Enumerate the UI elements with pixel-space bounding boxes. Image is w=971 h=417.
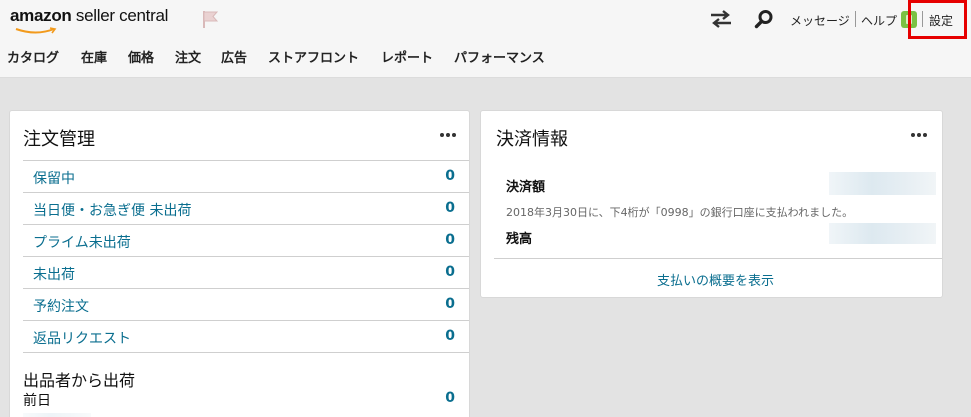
- top-header: amazon seller central メッセージ ヘルプ 設定 カタログ …: [0, 0, 971, 78]
- logo-seller-central-text: seller central: [71, 6, 169, 25]
- order-management-card: 注文管理 保留中 0 当日便・お急ぎ便 未出荷 0 プライム未出荷 0 未出荷 …: [9, 110, 470, 417]
- row-label[interactable]: プライム未出荷: [33, 232, 131, 252]
- row-value[interactable]: 0: [445, 296, 455, 312]
- swap-arrows-icon[interactable]: [710, 10, 732, 28]
- flag-icon[interactable]: [201, 9, 221, 29]
- more-options-icon[interactable]: [911, 133, 929, 139]
- order-row-preorder[interactable]: 予約注文 0: [23, 288, 469, 320]
- order-card-title: 注文管理: [23, 129, 95, 150]
- seller-central-logo[interactable]: amazon seller central: [10, 6, 168, 34]
- card-divider: [494, 258, 942, 259]
- nav-item-pricing[interactable]: 価格: [128, 47, 154, 66]
- seller-row-value[interactable]: 0: [445, 390, 455, 406]
- order-row-pending[interactable]: 保留中 0: [23, 160, 469, 192]
- nav-item-orders[interactable]: 注文: [175, 47, 201, 66]
- nav-item-reports[interactable]: レポート: [381, 47, 433, 66]
- top-link-separator: [855, 11, 856, 27]
- balance-label: 残高: [506, 232, 533, 247]
- row-label[interactable]: 保留中: [33, 168, 75, 188]
- row-value[interactable]: 0: [445, 200, 455, 216]
- row-label[interactable]: 予約注文: [33, 296, 89, 316]
- nav-item-catalog[interactable]: カタログ: [7, 47, 59, 66]
- row-label[interactable]: 当日便・お急ぎ便 未出荷: [33, 200, 191, 220]
- messages-link[interactable]: メッセージ: [790, 12, 850, 29]
- row-value[interactable]: 0: [445, 232, 455, 248]
- seller-row-label: 前日: [23, 393, 51, 409]
- nav-item-inventory[interactable]: 在庫: [81, 47, 107, 66]
- row-label[interactable]: 返品リクエスト: [33, 328, 131, 348]
- row-value[interactable]: 0: [445, 264, 455, 280]
- order-row-prime-unshipped[interactable]: プライム未出荷 0: [23, 224, 469, 256]
- nav-item-advertising[interactable]: 広告: [221, 47, 247, 66]
- row-value[interactable]: 0: [445, 168, 455, 184]
- search-icon[interactable]: [754, 9, 774, 29]
- payment-info-card: 決済情報 決済額 2018年3月30日に、下4桁が「0998」の銀行口座に支払わ…: [480, 110, 943, 298]
- logo-amazon-text: amazon: [10, 6, 72, 25]
- payment-card-title: 決済情報: [496, 129, 568, 150]
- settlement-note: 2018年3月30日に、下4桁が「0998」の銀行口座に支払われました。: [506, 206, 854, 219]
- row-divider: [23, 352, 469, 353]
- order-row-return-requests[interactable]: 返品リクエスト 0: [23, 320, 469, 352]
- amazon-smile-icon: [15, 27, 57, 34]
- seller-shipping-title: 出品者から出荷: [23, 371, 136, 390]
- cut-off-row: [23, 413, 91, 417]
- payment-summary-link[interactable]: 支払いの概要を表示: [657, 270, 774, 289]
- more-options-icon[interactable]: [440, 133, 458, 139]
- nav-item-performance[interactable]: パフォーマンス: [454, 47, 545, 66]
- row-value[interactable]: 0: [445, 328, 455, 344]
- help-link[interactable]: ヘルプ: [861, 12, 897, 29]
- balance-value: [829, 223, 936, 244]
- settlement-amount-label: 決済額: [506, 180, 546, 195]
- settlement-amount-value: [829, 172, 936, 195]
- settings-highlight-box: [908, 0, 967, 39]
- order-row-same-day[interactable]: 当日便・お急ぎ便 未出荷 0: [23, 192, 469, 224]
- row-label[interactable]: 未出荷: [33, 264, 75, 284]
- order-row-unshipped[interactable]: 未出荷 0: [23, 256, 469, 288]
- nav-item-storefront[interactable]: ストアフロント: [268, 47, 359, 66]
